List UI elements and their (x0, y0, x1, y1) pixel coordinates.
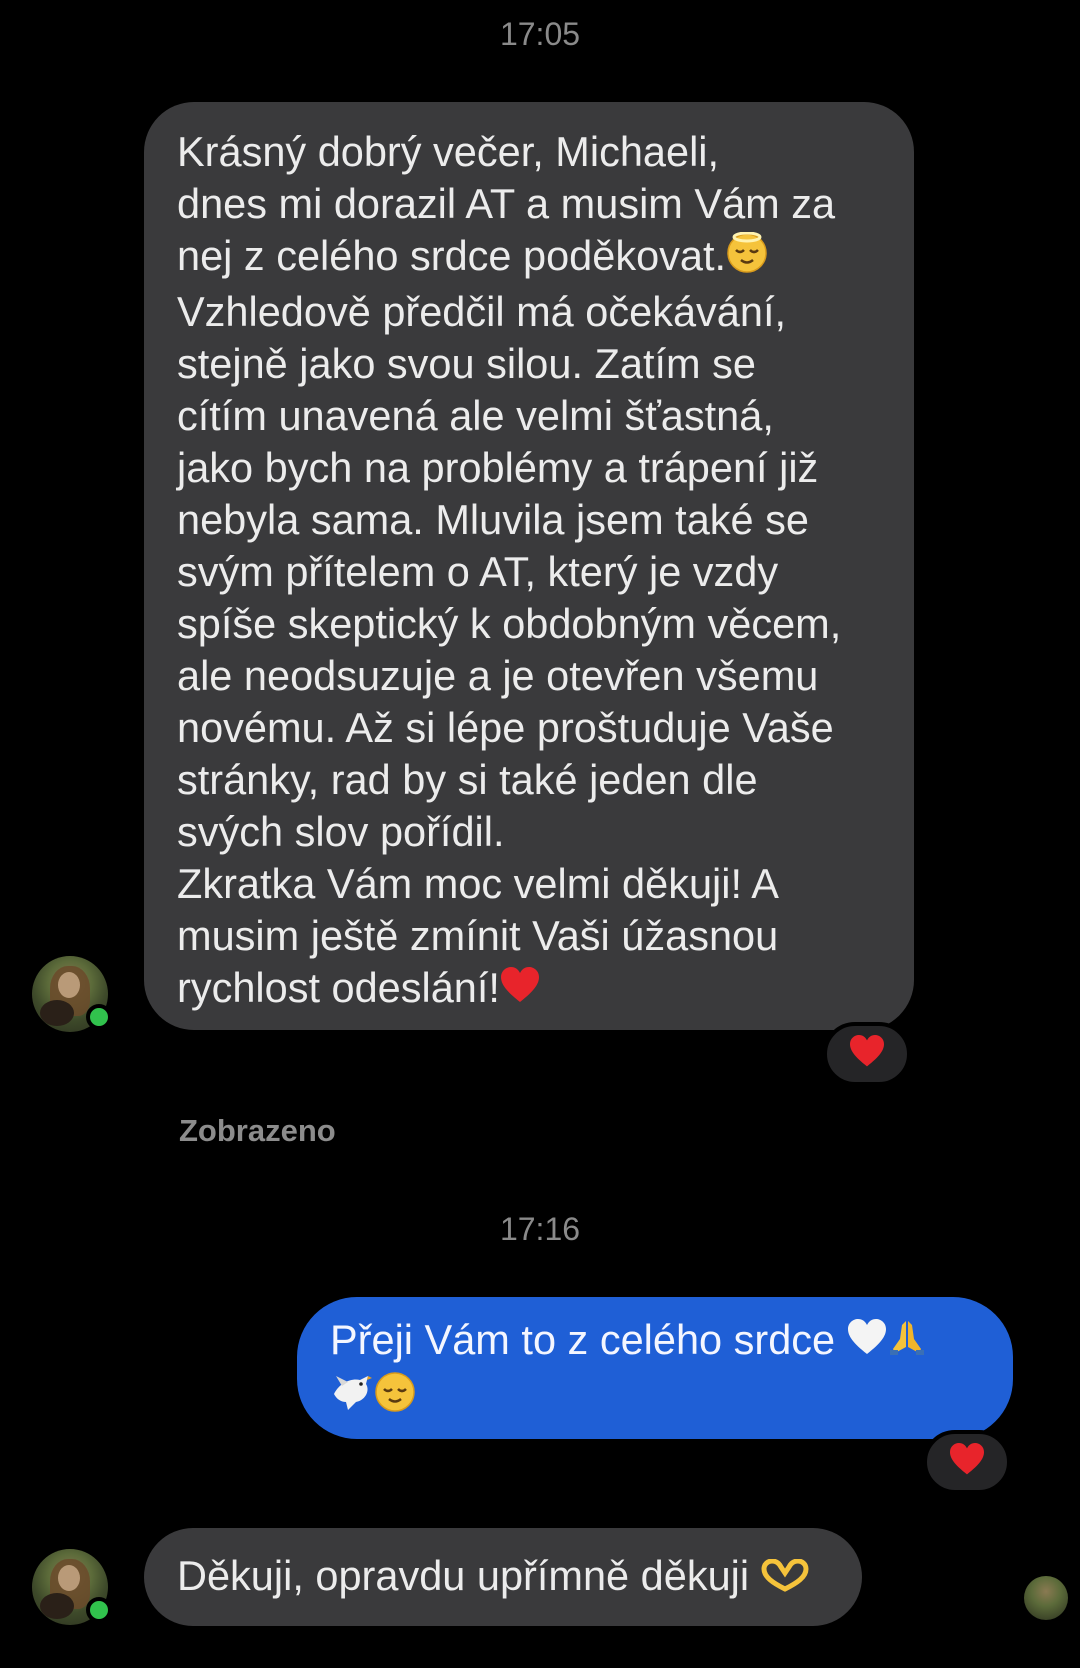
message-line: Děkuji, opravdu upřímně děkuji (177, 1552, 750, 1599)
heart-reaction[interactable] (923, 1430, 1011, 1494)
message-line: nebyla sama. Mluvila jsem také se (177, 496, 809, 544)
contact-avatar[interactable] (32, 956, 112, 1032)
timestamp: 17:05 (499, 16, 581, 52)
message-line: Krásný dobrý večer, Michaeli, (177, 128, 720, 175)
message-line: Vzhledově předčil má očekávání, (177, 288, 787, 336)
message-line: nej z celého srdce poděkovat. (177, 232, 727, 279)
message-line: cítím unavená ale velmi šťastná, (177, 392, 774, 440)
message-line: stejně jako svou silou. Zatím se (177, 340, 756, 388)
message-line: rychlost odeslání! (177, 964, 500, 1012)
message-line: Přeji Vám to z celého srdce (330, 1316, 836, 1363)
message-line: Zkratka Vám moc velmi děkuji! A (177, 860, 779, 908)
online-status-indicator (86, 1597, 112, 1623)
heart-hands-emoji-icon (761, 1553, 809, 1605)
online-status-indicator (86, 1004, 112, 1030)
dove-emoji-icon (330, 1372, 374, 1424)
message-line: dnes mi dorazil AT a musim Vám za (177, 180, 836, 227)
message-line: ale neodsuzuje a je otevřen všemu (177, 652, 819, 700)
outgoing-message-bubble[interactable]: Přeji Vám to z celého srdce (297, 1297, 1013, 1439)
heart-reaction[interactable] (823, 1022, 911, 1086)
message-line: svým přítelem o AT, který je vzdy (177, 548, 779, 596)
read-receipt-avatar (1024, 1576, 1068, 1620)
contact-avatar[interactable] (32, 1549, 112, 1625)
red-heart-emoji-icon (500, 965, 540, 1017)
message-line: jako bych na problémy a trápení již (177, 444, 819, 492)
folded-hands-emoji-icon (887, 1317, 927, 1369)
message-line: svých slov pořídil. (177, 808, 505, 856)
red-heart-icon (848, 1034, 886, 1074)
seen-status: Zobrazeno (179, 1113, 336, 1148)
timestamp: 17:16 (499, 1211, 581, 1247)
message-line: novému. Až si lépe proštuduje Vaše (177, 704, 834, 752)
red-heart-icon (948, 1442, 986, 1482)
white-heart-emoji-icon (847, 1317, 887, 1369)
message-line: stránky, rad by si také jeden dle (177, 756, 758, 804)
relieved-face-emoji-icon (726, 231, 768, 286)
incoming-message-bubble[interactable]: Krásný dobrý večer, Michaeli, dnes mi do… (144, 102, 914, 1030)
relieved-face-emoji-icon (374, 1371, 416, 1425)
message-line: musim ještě zmínit Vaši úžasnou (177, 912, 779, 960)
message-line: spíše skeptický k obdobným věcem, (177, 600, 842, 648)
incoming-message-bubble[interactable]: Děkuji, opravdu upřímně děkuji (144, 1528, 862, 1626)
